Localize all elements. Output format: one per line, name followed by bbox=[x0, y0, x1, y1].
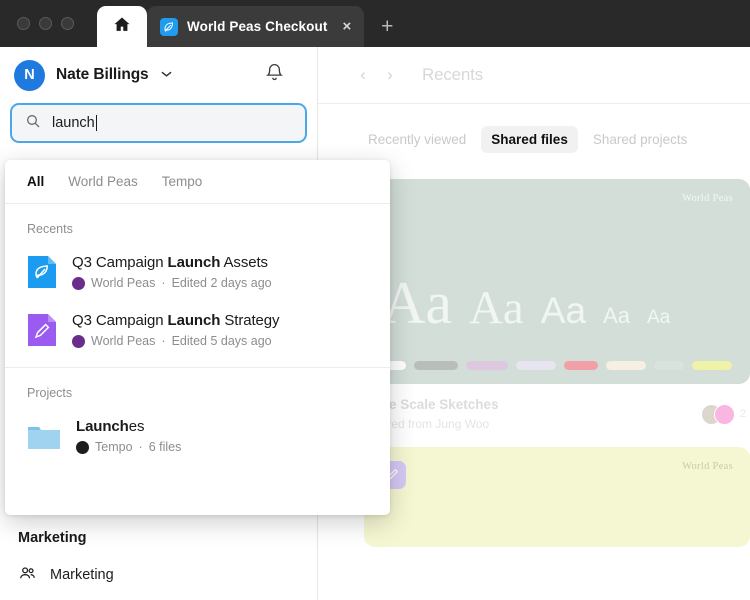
color-swatch bbox=[516, 361, 556, 370]
breadcrumb: Recents bbox=[422, 65, 483, 85]
folder-icon bbox=[27, 423, 61, 450]
color-swatch bbox=[606, 361, 646, 370]
text-cursor bbox=[96, 115, 97, 131]
avatar-count: 2 bbox=[740, 408, 746, 420]
result-org: World Peas bbox=[91, 334, 155, 348]
search-container: launch bbox=[0, 103, 317, 143]
bell-icon[interactable] bbox=[264, 62, 285, 88]
results-group-label: Projects bbox=[5, 368, 390, 407]
search-filter-tabs: All World Peas Tempo bbox=[5, 160, 390, 204]
tab-shared-files[interactable]: Shared files bbox=[481, 126, 578, 153]
tab-recently-viewed[interactable]: Recently viewed bbox=[358, 126, 476, 153]
file-card[interactable]: World Peas Aa Aa Aa Aa Aa bbox=[364, 179, 750, 431]
sidebar-header: N Nate Billings bbox=[0, 47, 317, 103]
result-subtitle: Tempo · 6 files bbox=[76, 440, 181, 454]
org-badge-icon bbox=[72, 277, 85, 290]
close-window-button[interactable] bbox=[17, 17, 30, 30]
type-sample: Aa bbox=[647, 307, 670, 329]
color-swatch bbox=[692, 361, 732, 370]
result-meta: Edited 5 days ago bbox=[172, 334, 272, 348]
collaborator-avatars: 2 bbox=[701, 404, 746, 425]
color-swatch bbox=[414, 361, 458, 370]
result-org: World Peas bbox=[91, 276, 155, 290]
result-org: Tempo bbox=[95, 440, 133, 454]
chevron-down-icon[interactable] bbox=[161, 69, 172, 81]
search-icon bbox=[25, 113, 41, 134]
card-meta: Type Scale Sketches Shared from Jung Woo… bbox=[364, 384, 750, 431]
result-title: Q3 Campaign Launch Strategy bbox=[72, 312, 279, 329]
minimize-window-button[interactable] bbox=[39, 17, 52, 30]
main-toolbar: ‹ › Recents bbox=[318, 47, 750, 104]
type-specimen: Aa Aa Aa Aa Aa bbox=[382, 269, 670, 338]
forward-button[interactable]: › bbox=[381, 65, 399, 85]
close-tab-icon[interactable]: × bbox=[342, 19, 351, 34]
leaf-icon bbox=[160, 18, 178, 36]
sidebar-item-label: Marketing bbox=[50, 567, 114, 583]
tab-world-peas-checkout[interactable]: World Peas Checkout × bbox=[147, 6, 364, 47]
type-sample: Aa bbox=[382, 269, 452, 338]
card-thumbnail: World Peas Aa Aa Aa Aa Aa bbox=[364, 179, 750, 384]
filter-tab-tempo[interactable]: Tempo bbox=[162, 174, 203, 189]
result-separator: · bbox=[139, 440, 143, 454]
type-sample: Aa bbox=[603, 303, 630, 329]
type-sample: Aa bbox=[541, 290, 586, 332]
window-controls bbox=[0, 0, 97, 47]
search-input[interactable]: launch bbox=[10, 103, 307, 143]
sidebar-item-marketing[interactable]: Marketing bbox=[0, 558, 318, 592]
search-result-item[interactable]: Q3 Campaign Launch Assets World Peas · E… bbox=[5, 243, 390, 301]
color-swatch bbox=[466, 361, 508, 370]
color-swatch-row bbox=[372, 361, 732, 370]
main-tab-bar: Recently viewed Shared files Shared proj… bbox=[318, 104, 750, 153]
result-subtitle: World Peas · Edited 2 days ago bbox=[72, 276, 272, 290]
color-swatch bbox=[654, 361, 684, 370]
results-group-label: Recents bbox=[5, 204, 390, 243]
result-title: Launches bbox=[76, 418, 181, 435]
sidebar-section-label: Marketing bbox=[0, 530, 318, 546]
card-watermark: World Peas bbox=[682, 461, 733, 472]
card-thumbnail: World Peas bbox=[364, 447, 750, 547]
filter-tab-all[interactable]: All bbox=[27, 174, 44, 189]
file-card[interactable]: World Peas bbox=[364, 447, 750, 547]
org-badge-icon bbox=[76, 441, 89, 454]
home-tab[interactable] bbox=[97, 6, 147, 47]
browser-window: World Peas Checkout × + N Nate Billings … bbox=[0, 0, 750, 600]
org-badge-icon bbox=[72, 335, 85, 348]
color-swatch bbox=[564, 361, 598, 370]
search-result-item[interactable]: Launches Tempo · 6 files bbox=[5, 407, 390, 465]
browser-tab-bar: World Peas Checkout × + bbox=[0, 0, 750, 47]
search-result-item[interactable]: Q3 Campaign Launch Strategy World Peas ·… bbox=[5, 301, 390, 359]
new-tab-button[interactable]: + bbox=[364, 6, 410, 47]
team-icon bbox=[18, 564, 37, 587]
result-separator: · bbox=[161, 276, 165, 290]
result-meta: 6 files bbox=[149, 440, 182, 454]
search-value: launch bbox=[52, 115, 95, 131]
card-watermark: World Peas bbox=[682, 193, 733, 204]
tab-shared-projects[interactable]: Shared projects bbox=[583, 126, 698, 153]
result-subtitle: World Peas · Edited 5 days ago bbox=[72, 334, 279, 348]
pen-file-icon bbox=[27, 313, 57, 347]
result-meta: Edited 2 days ago bbox=[172, 276, 272, 290]
design-file-icon bbox=[27, 255, 57, 289]
tab-title: World Peas Checkout bbox=[187, 19, 327, 34]
search-results-dropdown: All World Peas Tempo Recents Q3 Campaign… bbox=[5, 160, 390, 515]
maximize-window-button[interactable] bbox=[61, 17, 74, 30]
user-name[interactable]: Nate Billings bbox=[56, 66, 149, 84]
result-separator: · bbox=[161, 334, 165, 348]
type-sample: Aa bbox=[469, 281, 524, 335]
back-button[interactable]: ‹ bbox=[354, 65, 372, 85]
avatar bbox=[714, 404, 735, 425]
home-icon bbox=[112, 15, 132, 38]
result-title: Q3 Campaign Launch Assets bbox=[72, 254, 272, 271]
filter-tab-world-peas[interactable]: World Peas bbox=[68, 174, 138, 189]
avatar: N bbox=[14, 60, 45, 91]
